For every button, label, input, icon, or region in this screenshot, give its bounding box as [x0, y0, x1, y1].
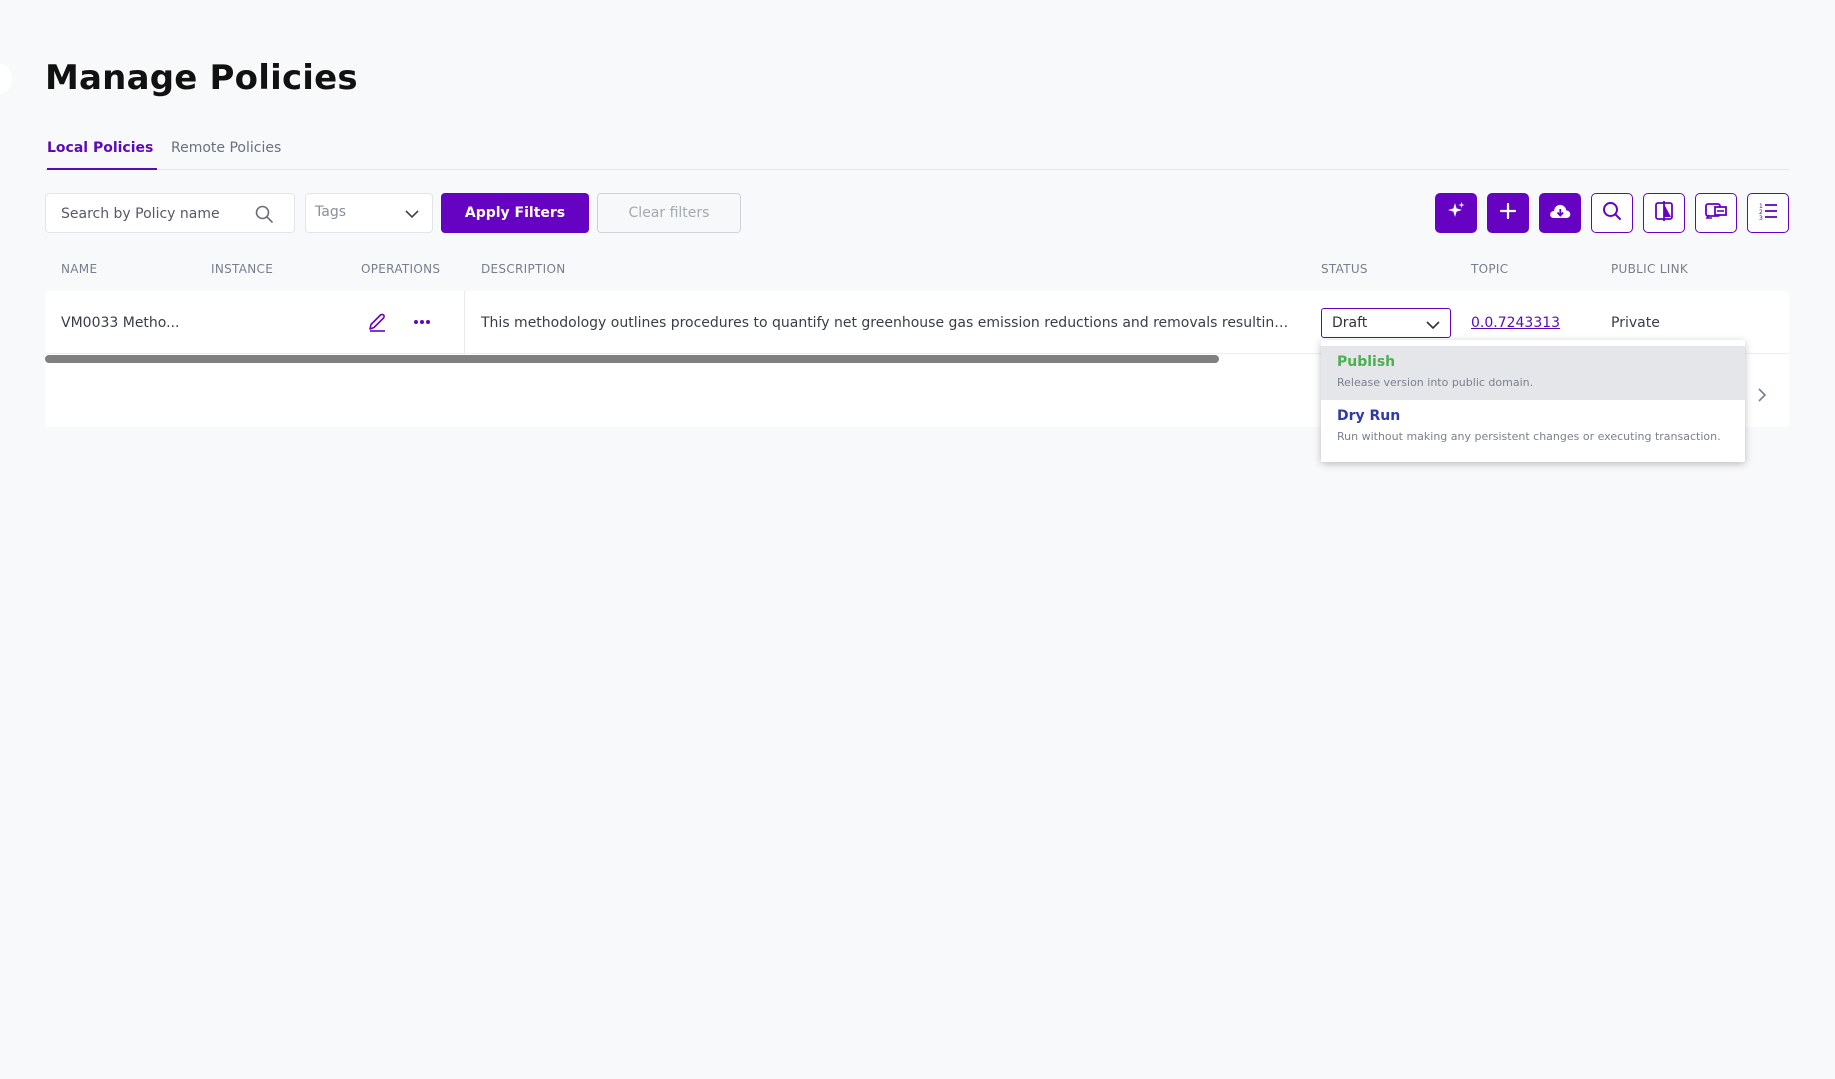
column-header-name[interactable]: NAME: [61, 262, 97, 276]
tags-placeholder: Tags: [315, 204, 346, 220]
search-icon[interactable]: [254, 204, 274, 228]
import-export-icon: [1704, 200, 1728, 226]
search-input[interactable]: [61, 204, 251, 224]
policy-tabs: Local Policies Remote Policies: [45, 134, 1789, 170]
side-panel-toggle[interactable]: [0, 64, 12, 94]
publish-option-description: Release version into public domain.: [1337, 376, 1534, 389]
chevron-down-icon: [404, 206, 420, 226]
dry-run-option-description: Run without making any persistent change…: [1337, 430, 1721, 443]
policy-name-cell[interactable]: VM0033 Metho...: [61, 315, 179, 331]
more-options-icon[interactable]: [411, 311, 433, 337]
add-policy-button[interactable]: [1487, 193, 1529, 233]
column-divider: [464, 291, 465, 353]
chevron-down-icon: [1426, 317, 1440, 336]
cloud-download-icon: [1548, 201, 1572, 225]
import-policy-button[interactable]: [1539, 193, 1581, 233]
status-value: Draft: [1332, 315, 1368, 331]
plus-icon: [1498, 201, 1518, 225]
tab-remote-policies[interactable]: Remote Policies: [171, 140, 281, 170]
column-header-instance[interactable]: INSTANCE: [211, 262, 273, 276]
compare-policies-button[interactable]: [1643, 193, 1685, 233]
search-icon: [1601, 200, 1623, 226]
search-box: [45, 193, 295, 233]
dry-run-option[interactable]: Dry Run Run without making any persisten…: [1321, 400, 1745, 456]
scrollbar-thumb[interactable]: [45, 355, 1219, 363]
tab-local-policies[interactable]: Local Policies: [47, 140, 157, 170]
column-header-public-link: PUBLIC LINK: [1611, 262, 1689, 276]
wizard-button[interactable]: [1695, 193, 1737, 233]
page-title: Manage Policies: [45, 58, 358, 98]
topic-link[interactable]: 0.0.7243313: [1471, 315, 1560, 331]
edit-icon[interactable]: [366, 311, 388, 337]
apply-filters-button[interactable]: Apply Filters: [441, 193, 589, 233]
search-policies-button[interactable]: [1591, 193, 1633, 233]
public-link-cell: Private: [1611, 315, 1660, 331]
column-header-status[interactable]: STATUS: [1321, 262, 1368, 276]
status-dropdown-menu: Publish Release version into public doma…: [1321, 340, 1745, 462]
status-select[interactable]: Draft: [1321, 308, 1451, 338]
chevron-right-icon[interactable]: [1753, 386, 1771, 408]
ordered-list-button[interactable]: 123: [1747, 193, 1789, 233]
sparkle-icon: [1445, 200, 1467, 226]
column-header-operations: OPERATIONS: [361, 262, 441, 276]
dry-run-option-title: Dry Run: [1337, 408, 1401, 424]
publish-option-title: Publish: [1337, 354, 1396, 370]
column-header-description[interactable]: DESCRIPTION: [481, 262, 566, 276]
svg-text:3: 3: [1759, 215, 1763, 222]
publish-option[interactable]: Publish Release version into public doma…: [1321, 346, 1745, 400]
clear-filters-button[interactable]: Clear filters: [597, 193, 741, 233]
column-header-topic[interactable]: TOPIC: [1471, 262, 1508, 276]
ai-suggest-button[interactable]: [1435, 193, 1477, 233]
tags-select[interactable]: Tags: [305, 193, 433, 233]
policy-description-cell: This methodology outlines procedures to …: [481, 315, 1291, 331]
ordered-list-icon: 123: [1757, 200, 1779, 226]
compare-icon: [1653, 200, 1675, 226]
